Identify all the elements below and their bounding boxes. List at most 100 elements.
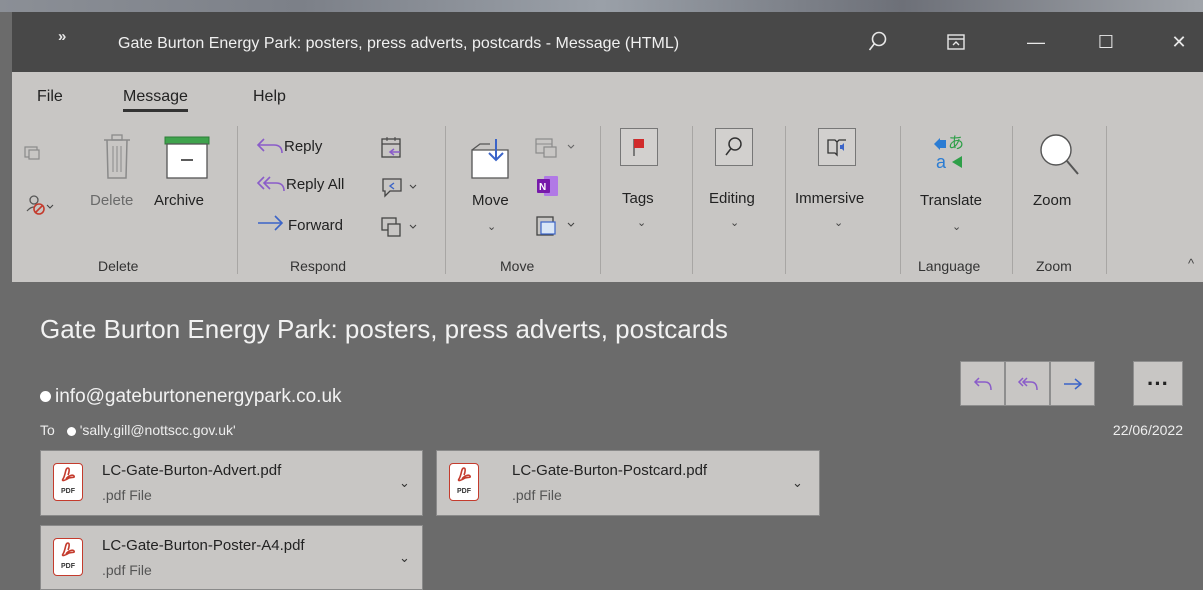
rules-icon xyxy=(535,138,575,158)
tab-file[interactable]: File xyxy=(37,88,63,106)
group-separator xyxy=(1106,126,1107,274)
search-icon xyxy=(868,31,887,51)
block-sender-button[interactable] xyxy=(26,194,54,221)
forward-action-button[interactable] xyxy=(1050,361,1095,406)
delete-label: Delete xyxy=(90,192,134,209)
group-separator xyxy=(1012,126,1013,274)
chevron-down-icon[interactable]: ⌄ xyxy=(792,475,803,491)
ribbon-display-icon xyxy=(947,34,965,50)
ignore-icon xyxy=(24,146,40,160)
onenote-button[interactable]: N xyxy=(536,174,560,203)
zoom-icon xyxy=(1040,134,1079,175)
tags-button[interactable] xyxy=(620,128,658,166)
ribbon-tabs: File Message Help xyxy=(12,72,1203,120)
sender-address: info@gateburtonenergypark.co.uk xyxy=(55,386,342,407)
actions-button[interactable] xyxy=(534,214,580,243)
search-button[interactable] xyxy=(858,22,898,62)
sender[interactable]: info@gateburtonenergypark.co.uk xyxy=(40,386,342,408)
reply-button[interactable] xyxy=(256,136,284,161)
onenote-icon: N xyxy=(537,176,558,196)
svg-text:a: a xyxy=(936,152,947,172)
chevron-down-icon: ⌄ xyxy=(637,217,647,229)
tab-help[interactable]: Help xyxy=(253,88,286,106)
attachment-name: LC-Gate-Burton-Postcard.pdf xyxy=(512,462,708,479)
to-label: To xyxy=(40,422,55,438)
svg-text:あ: あ xyxy=(948,133,964,152)
group-separator xyxy=(445,126,446,274)
chevron-down-icon: ⌄ xyxy=(730,217,740,229)
recipient-line: To 'sally.gill@nottscc.gov.uk' xyxy=(40,422,236,438)
translate-icon: あa xyxy=(934,133,964,172)
immersive-reader-button[interactable] xyxy=(818,128,856,166)
minimize-icon: — xyxy=(1027,31,1045,52)
group-separator xyxy=(600,126,601,274)
editing-label: Editing xyxy=(709,190,755,207)
group-label-respond: Respond xyxy=(290,258,347,274)
more-actions-button[interactable]: ··· xyxy=(1133,361,1183,406)
actions-icon xyxy=(536,216,575,236)
flag-icon xyxy=(633,139,644,156)
chevron-down-icon[interactable]: ⌄ xyxy=(399,550,410,566)
chevron-down-icon: ⌄ xyxy=(487,221,497,233)
move-button[interactable] xyxy=(470,138,516,185)
archive-button[interactable] xyxy=(164,136,210,185)
message-date: 22/06/2022 xyxy=(1112,422,1183,438)
attachment-item[interactable]: PDF LC-Gate-Burton-Postcard.pdf .pdf Fil… xyxy=(436,450,820,516)
ribbon: File Message Help Delete Archive Delete … xyxy=(12,72,1203,282)
reply-all-button[interactable] xyxy=(256,174,286,199)
minimize-button[interactable]: — xyxy=(1014,22,1058,62)
more-icon: ··· xyxy=(1147,370,1169,396)
pdf-file-icon: PDF xyxy=(53,538,83,576)
attachment-type: .pdf File xyxy=(102,487,152,503)
immersive-label: Immersive xyxy=(795,190,865,207)
reply-all-label[interactable]: Reply All xyxy=(286,176,344,193)
group-label-language: Language xyxy=(918,258,981,274)
svg-text:N: N xyxy=(539,182,546,193)
trash-icon xyxy=(104,134,130,179)
attachment-item[interactable]: PDF LC-Gate-Burton-Poster-A4.pdf .pdf Fi… xyxy=(40,525,423,590)
reply-all-icon xyxy=(256,176,285,192)
window-title: Gate Burton Energy Park: posters, press … xyxy=(118,35,680,52)
tab-message[interactable]: Message xyxy=(123,88,188,112)
quick-access-toggle[interactable]: » xyxy=(58,28,66,45)
forward-label[interactable]: Forward xyxy=(288,217,343,234)
group-label-delete: Delete xyxy=(98,258,139,274)
ignore-button[interactable] xyxy=(24,146,40,165)
delete-button[interactable] xyxy=(102,134,132,185)
collapse-ribbon-icon[interactable]: ^ xyxy=(1188,256,1194,271)
forward-button[interactable] xyxy=(256,214,284,237)
im-reply-button[interactable] xyxy=(380,176,420,203)
close-button[interactable]: ✕ xyxy=(1157,22,1201,62)
more-respond-icon xyxy=(381,217,417,237)
reply-all-action-button[interactable] xyxy=(1005,361,1050,406)
group-separator xyxy=(237,126,238,274)
maximize-button[interactable]: ☐ xyxy=(1084,22,1128,62)
close-icon: ✕ xyxy=(1171,31,1187,52)
title-bar: » Gate Burton Energy Park: posters, pres… xyxy=(12,12,1203,72)
rules-button[interactable] xyxy=(534,136,580,165)
translate-button[interactable]: あa xyxy=(932,132,968,177)
forward-icon xyxy=(1063,377,1082,390)
chevron-down-icon: ⌄ xyxy=(952,221,962,233)
pdf-file-icon: PDF xyxy=(53,463,83,501)
archive-icon xyxy=(164,136,210,179)
presence-indicator xyxy=(40,391,51,403)
attachment-type: .pdf File xyxy=(512,487,562,503)
reply-icon xyxy=(256,138,283,154)
zoom-button[interactable] xyxy=(1036,132,1080,185)
more-respond-button[interactable] xyxy=(380,216,420,243)
group-separator xyxy=(900,126,901,274)
attachment-type: .pdf File xyxy=(102,562,152,578)
reply-action-button[interactable] xyxy=(960,361,1005,406)
reply-label[interactable]: Reply xyxy=(284,138,322,155)
attachment-name: LC-Gate-Burton-Poster-A4.pdf xyxy=(102,537,305,554)
attachment-item[interactable]: PDF LC-Gate-Burton-Advert.pdf .pdf File … xyxy=(40,450,423,516)
meeting-reply-button[interactable] xyxy=(380,136,404,165)
chevron-down-icon[interactable]: ⌄ xyxy=(399,475,410,491)
recipient-address[interactable]: 'sally.gill@nottscc.gov.uk' xyxy=(80,422,236,438)
editing-button[interactable] xyxy=(715,128,753,166)
block-sender-icon xyxy=(26,195,54,215)
group-separator xyxy=(785,126,786,274)
ribbon-display-options-button[interactable] xyxy=(936,22,976,62)
reply-icon xyxy=(973,376,992,390)
